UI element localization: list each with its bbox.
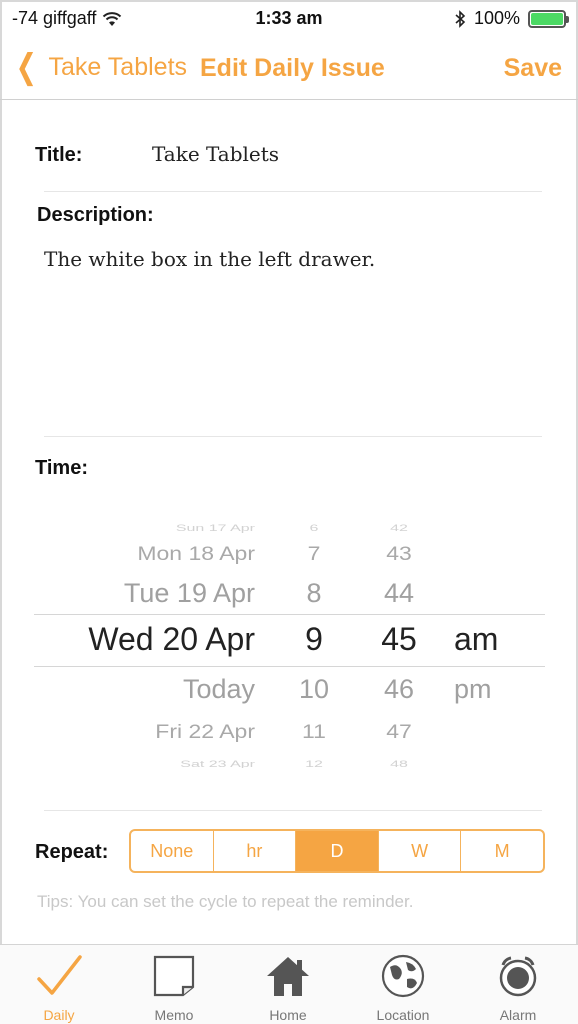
picker-date: Sat 23 Apr <box>180 760 255 768</box>
repeat-option-none[interactable]: None <box>131 831 213 871</box>
battery-percent: 100% <box>473 8 520 28</box>
picker-hour: 10 <box>298 674 330 704</box>
repeat-segmented-control: None hr D W M <box>129 829 545 873</box>
status-right: 100% <box>454 8 569 29</box>
picker-row[interactable]: Today 10 46 pm <box>34 666 545 712</box>
tab-label: Home <box>269 1007 307 1023</box>
picker-ampm: pm <box>454 674 492 704</box>
picker-date: Fri 22 Apr <box>155 719 255 743</box>
memo-icon <box>124 951 224 1001</box>
picker-date: Today <box>182 674 255 704</box>
picker-date: Mon 18 Apr <box>137 541 255 565</box>
picker-row[interactable]: Tue 19 Apr 8 44 <box>34 570 545 616</box>
picker-hour: 7 <box>307 541 321 565</box>
tab-bar: Daily Memo Home Location Alarm <box>0 944 578 1024</box>
divider <box>44 191 542 192</box>
save-button[interactable]: Save <box>504 54 562 83</box>
tips-text: Tips: You can set the cycle to repeat th… <box>37 892 414 911</box>
checkmark-icon <box>9 951 109 1001</box>
picker-minute: 47 <box>386 719 412 743</box>
home-icon <box>238 951 338 1001</box>
title-label: Title: <box>35 144 83 166</box>
back-button-label: Take Tablets <box>48 52 188 81</box>
tab-location[interactable]: Location <box>353 951 453 1023</box>
date-time-picker[interactable]: Sun 17 Apr 6 42 Mon 18 Apr 7 43 Tue 19 Apr 8 44 W… <box>34 506 545 768</box>
title-field[interactable]: Take Tablets <box>152 142 279 166</box>
picker-date: Tue 19 Apr <box>123 578 255 608</box>
picker-minute: 45 <box>381 621 417 657</box>
tab-home[interactable]: Home <box>238 951 338 1023</box>
divider <box>44 436 542 437</box>
picker-row[interactable]: Mon 18 Apr 7 43 <box>34 533 545 572</box>
picker-date: Wed 20 Apr <box>88 621 255 657</box>
time-label: Time: <box>35 457 88 479</box>
back-button[interactable]: ❮ Take Tablets <box>12 50 187 84</box>
picker-ampm: am <box>454 621 499 657</box>
tab-memo[interactable]: Memo <box>124 951 224 1023</box>
status-bar: -74 giffgaff 1:33 am 100% <box>0 0 578 38</box>
picker-row[interactable]: Sat 23 Apr 12 48 <box>34 752 545 768</box>
divider <box>44 810 542 811</box>
picker-hour: 11 <box>302 719 326 743</box>
picker-hour: 9 <box>305 621 323 657</box>
picker-minute: 43 <box>386 541 412 565</box>
picker-ampm <box>454 533 514 572</box>
repeat-option-hr[interactable]: hr <box>212 831 296 871</box>
repeat-label: Repeat: <box>35 841 109 863</box>
battery-icon <box>528 9 569 28</box>
picker-minute: 46 <box>383 674 415 704</box>
picker-ampm <box>454 752 514 768</box>
description-field[interactable]: The white box in the left drawer. <box>44 247 534 427</box>
tab-label: Daily <box>43 1007 75 1023</box>
page-title: Edit Daily Issue <box>200 54 385 82</box>
alarm-icon <box>468 951 568 1001</box>
picker-ampm <box>454 711 514 750</box>
picker-minute: 48 <box>390 760 408 768</box>
description-label: Description: <box>37 204 154 226</box>
tab-daily[interactable]: Daily <box>9 951 109 1023</box>
globe-icon <box>353 951 453 1001</box>
repeat-option-d[interactable]: D <box>295 831 378 871</box>
picker-minute: 44 <box>383 578 415 608</box>
chevron-left-icon: ❮ <box>15 48 37 86</box>
tab-label: Memo <box>154 1007 194 1023</box>
picker-hour: 8 <box>306 578 322 608</box>
navigation-bar: ❮ Take Tablets Edit Daily Issue Save <box>0 38 578 100</box>
bluetooth-icon <box>455 9 466 28</box>
picker-row[interactable]: Fri 22 Apr 11 47 <box>34 711 545 750</box>
repeat-option-m[interactable]: M <box>460 831 543 871</box>
picker-hour: 12 <box>305 760 323 768</box>
tab-label: Location <box>376 1007 430 1023</box>
tab-alarm[interactable]: Alarm <box>468 951 568 1023</box>
repeat-option-w[interactable]: W <box>377 831 461 871</box>
tab-label: Alarm <box>499 1007 537 1023</box>
picker-ampm <box>454 570 514 616</box>
picker-row-selected[interactable]: Wed 20 Apr 9 45 am <box>34 616 545 662</box>
